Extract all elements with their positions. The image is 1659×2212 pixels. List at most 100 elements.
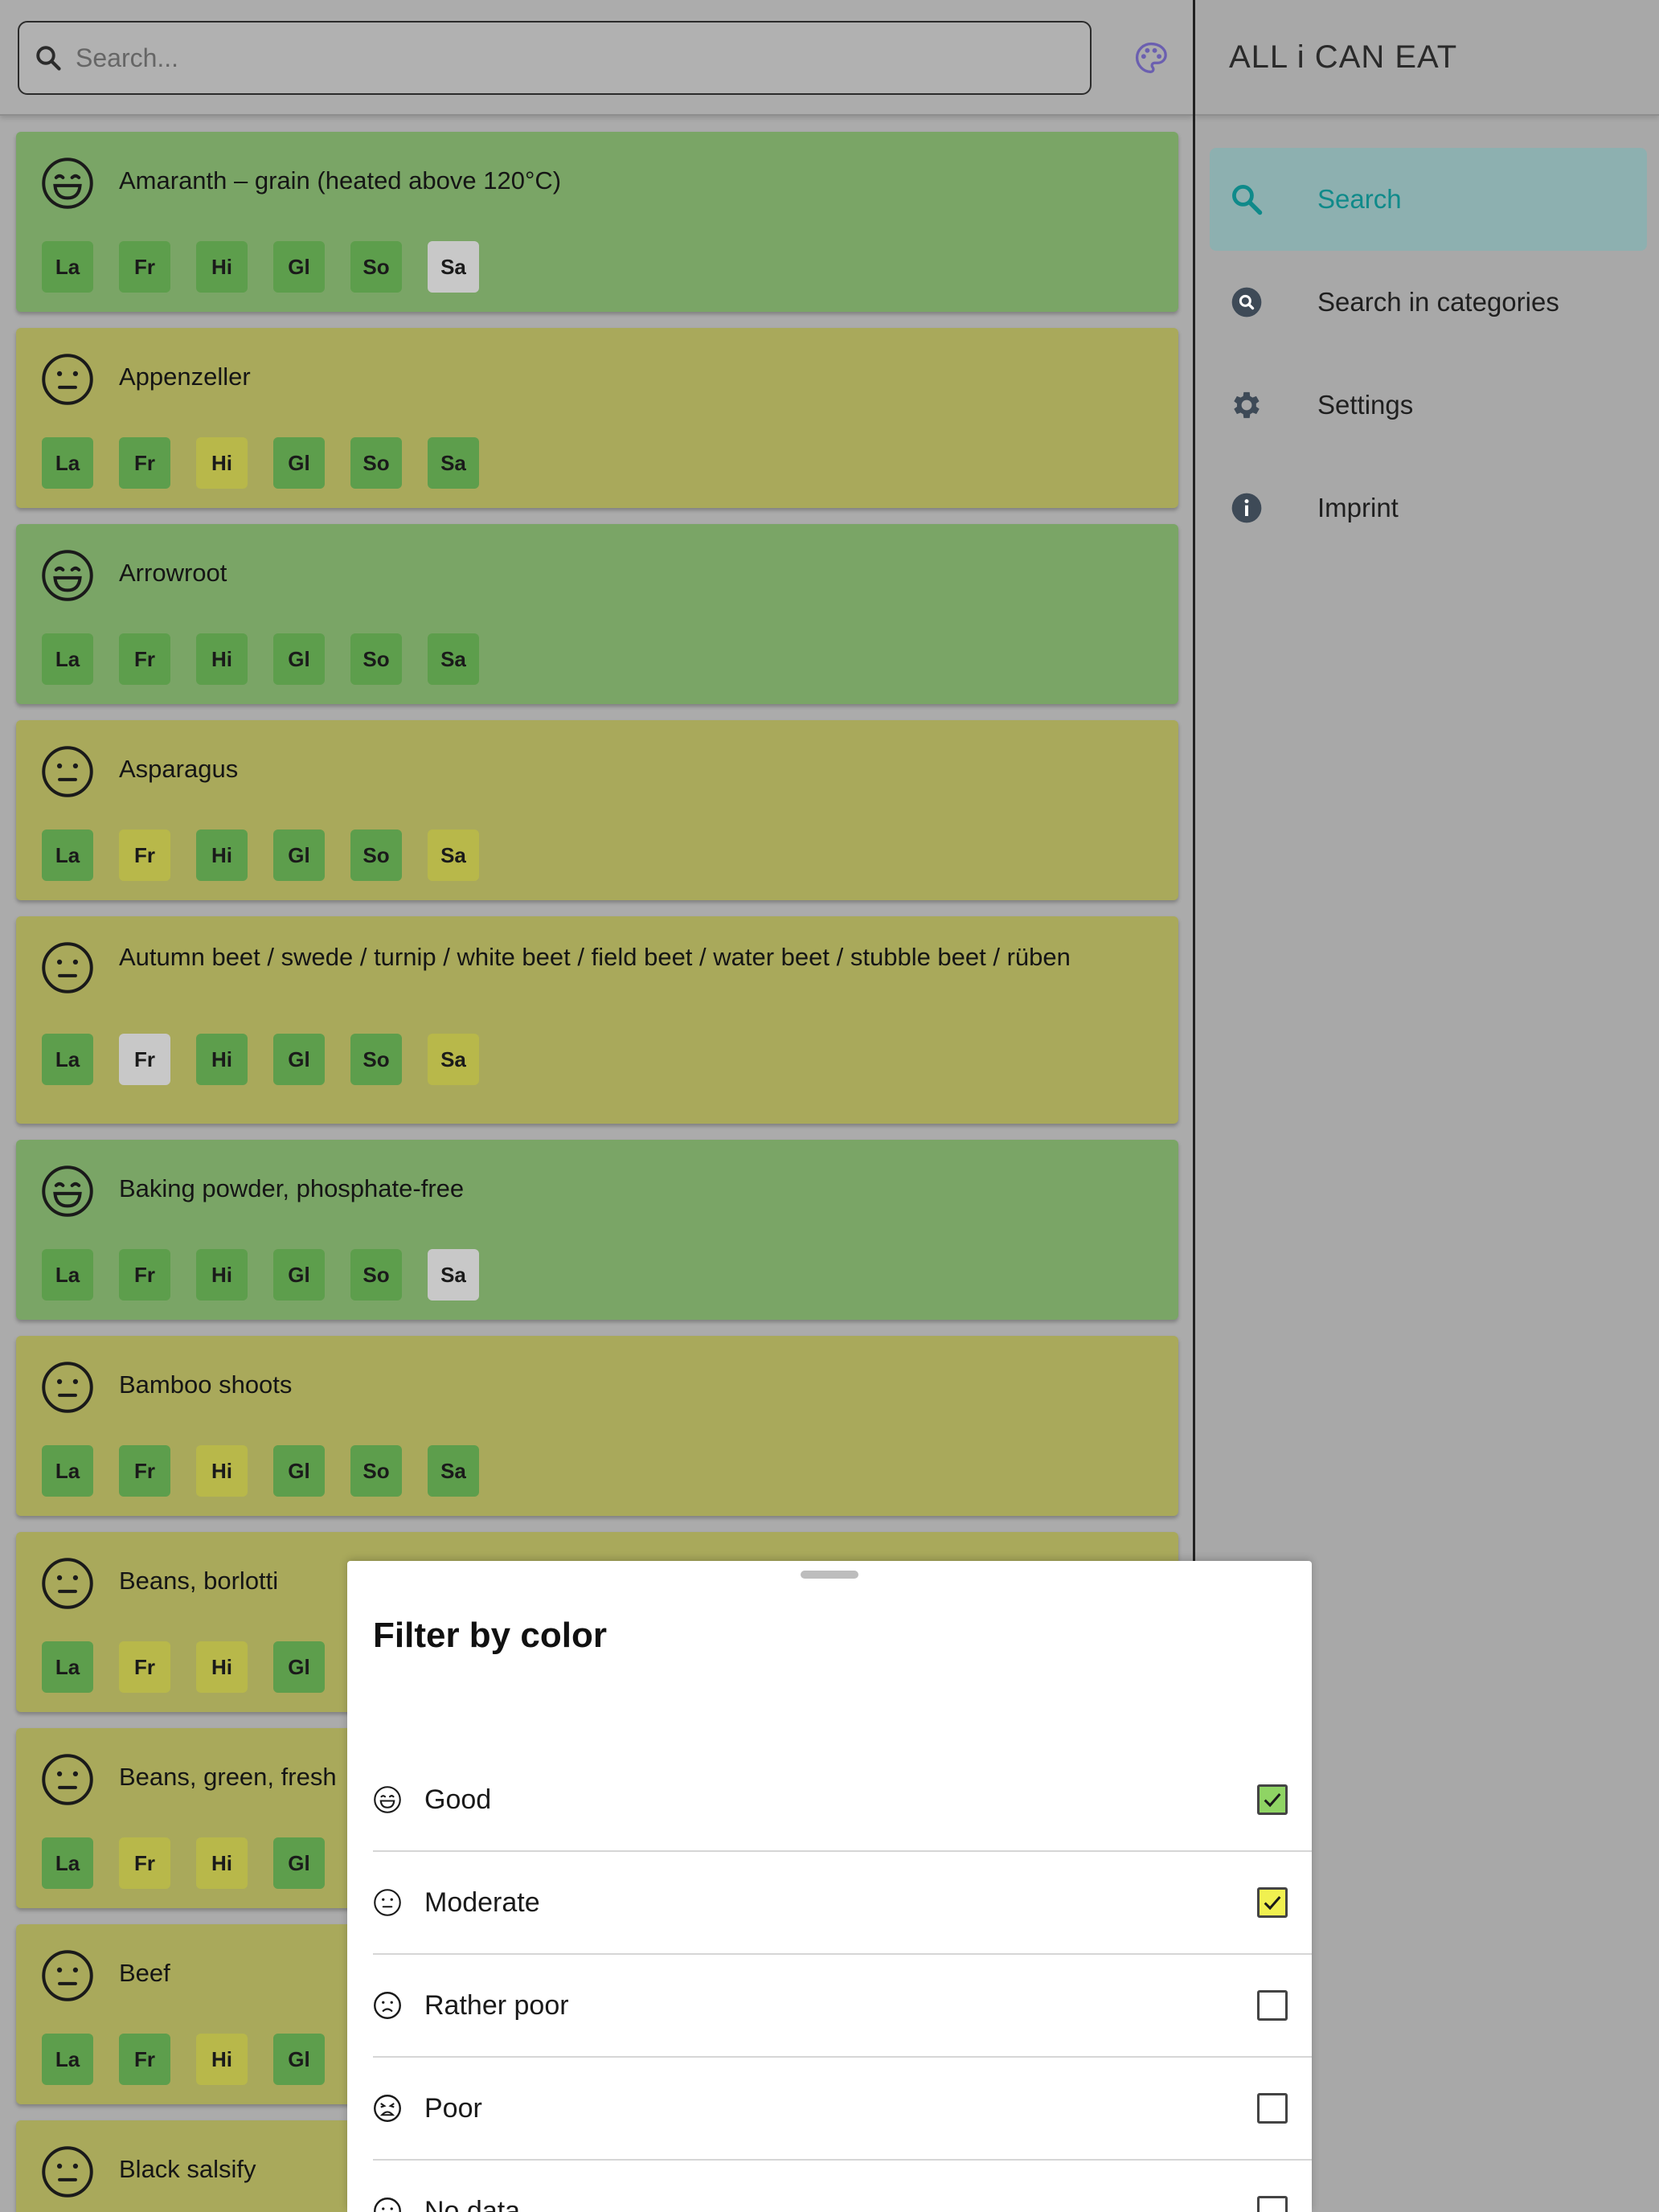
tag-so: So xyxy=(350,1249,402,1301)
intolerance-tags: La Fr Hi Gl So Sa xyxy=(42,1445,479,1497)
tag-so: So xyxy=(350,437,402,489)
tag-fr: Fr xyxy=(119,241,170,293)
tag-sa: Sa xyxy=(428,241,479,293)
color-filter-button[interactable] xyxy=(1130,39,1172,77)
neutral-face-icon xyxy=(40,352,95,407)
tag-so: So xyxy=(350,830,402,881)
sheet-title: Filter by color xyxy=(373,1616,607,1655)
info-icon xyxy=(1229,490,1264,526)
check-icon xyxy=(1264,1896,1281,1911)
search-input[interactable] xyxy=(76,26,1090,90)
food-name: Arrowroot xyxy=(119,559,227,587)
tag-hi: Hi xyxy=(196,1641,248,1693)
intolerance-tags: La Fr Hi Gl xyxy=(42,2034,325,2085)
tag-la: La xyxy=(42,437,93,489)
food-name: Baking powder, phosphate-free xyxy=(119,1174,465,1202)
intolerance-tags: La Fr Hi Gl So Sa xyxy=(42,241,479,293)
food-card[interactable]: Bamboo shoots La Fr Hi Gl So Sa xyxy=(16,1336,1178,1516)
filter-option-label: Rather poor xyxy=(424,1989,569,2021)
nav-menu: Search Search in categories Settings Imp… xyxy=(1210,148,1647,559)
intolerance-tags: La Fr Hi Gl xyxy=(42,1837,325,1889)
tag-hi: Hi xyxy=(196,633,248,685)
category-search-icon xyxy=(1229,285,1264,320)
tag-la: La xyxy=(42,1445,93,1497)
tag-gl: Gl xyxy=(273,1249,325,1301)
tag-hi: Hi xyxy=(196,241,248,293)
nav-item-settings[interactable]: Settings xyxy=(1210,354,1647,457)
tag-la: La xyxy=(42,633,93,685)
drag-handle[interactable] xyxy=(801,1571,858,1579)
filter-option-moderate[interactable]: Moderate xyxy=(373,1852,1312,1955)
neutral-face-icon xyxy=(40,940,95,995)
intolerance-tags: La Fr Hi Gl So Sa xyxy=(42,1249,479,1301)
tag-gl: Gl xyxy=(273,1837,325,1889)
neutral-face-icon xyxy=(40,1360,95,1415)
tag-sa: Sa xyxy=(428,1249,479,1301)
tag-so: So xyxy=(350,1445,402,1497)
neutral-face-icon xyxy=(40,2144,95,2199)
food-card[interactable]: Appenzeller La Fr Hi Gl So Sa xyxy=(16,328,1178,508)
tag-so: So xyxy=(350,633,402,685)
food-name: Autumn beet / swede / turnip / white bee… xyxy=(119,943,1071,971)
tag-so: So xyxy=(350,1034,402,1085)
tag-hi: Hi xyxy=(196,1445,248,1497)
tag-sa: Sa xyxy=(428,1445,479,1497)
food-name: Asparagus xyxy=(119,755,239,783)
tag-la: La xyxy=(42,241,93,293)
tag-so: So xyxy=(350,241,402,293)
food-card[interactable]: Autumn beet / swede / turnip / white bee… xyxy=(16,916,1178,1124)
tag-sa: Sa xyxy=(428,1034,479,1085)
intolerance-tags: La Fr Hi Gl So Sa xyxy=(42,437,479,489)
checkbox[interactable] xyxy=(1257,2196,1288,2212)
filter-option-poor[interactable]: Poor xyxy=(373,2058,1312,2161)
tag-fr: Fr xyxy=(119,1249,170,1301)
tag-sa: Sa xyxy=(428,633,479,685)
filter-option-label: Moderate xyxy=(424,1886,540,1918)
app-title: ALL i CAN EAT xyxy=(1195,0,1659,116)
tag-la: La xyxy=(42,1249,93,1301)
tag-gl: Gl xyxy=(273,437,325,489)
tired-face-icon xyxy=(373,2094,402,2123)
check-icon xyxy=(1264,1793,1281,1808)
nav-item-label: Search xyxy=(1317,184,1402,214)
blank-face-icon xyxy=(373,2197,402,2212)
filter-option-label: Poor xyxy=(424,2092,482,2124)
checkbox[interactable] xyxy=(1257,1887,1288,1918)
search-field[interactable] xyxy=(18,21,1092,95)
search-toolbar xyxy=(0,0,1193,116)
nav-item-search-in-categories[interactable]: Search in categories xyxy=(1210,251,1647,354)
nav-item-label: Search in categories xyxy=(1317,287,1559,317)
laughing-face-icon xyxy=(40,548,95,603)
checkbox[interactable] xyxy=(1257,1990,1288,2021)
filter-option-good[interactable]: Good xyxy=(373,1749,1312,1852)
nav-item-label: Imprint xyxy=(1317,493,1399,522)
tag-gl: Gl xyxy=(273,241,325,293)
food-name: Amaranth – grain (heated above 120°C) xyxy=(119,166,562,195)
food-card[interactable]: Asparagus La Fr Hi Gl So Sa xyxy=(16,720,1178,900)
gear-icon xyxy=(1229,387,1264,423)
tag-sa: Sa xyxy=(428,437,479,489)
search-icon xyxy=(36,46,61,71)
food-card[interactable]: Arrowroot La Fr Hi Gl So Sa xyxy=(16,524,1178,704)
nav-item-imprint[interactable]: Imprint xyxy=(1210,457,1647,559)
filter-option-rather-poor[interactable]: Rather poor xyxy=(373,1955,1312,2058)
nav-item-search[interactable]: Search xyxy=(1210,148,1647,251)
tag-gl: Gl xyxy=(273,1445,325,1497)
neutral-face-icon xyxy=(40,1948,95,2003)
tag-hi: Hi xyxy=(196,1034,248,1085)
tag-fr: Fr xyxy=(119,1034,170,1085)
filter-option-no-data[interactable]: No data xyxy=(373,2161,1312,2212)
tag-gl: Gl xyxy=(273,2034,325,2085)
tag-gl: Gl xyxy=(273,1034,325,1085)
palette-icon xyxy=(1135,42,1167,74)
checkbox[interactable] xyxy=(1257,2093,1288,2124)
neutral-face-icon xyxy=(373,1888,402,1917)
neutral-face-icon xyxy=(40,1556,95,1611)
tag-hi: Hi xyxy=(196,1249,248,1301)
food-card[interactable]: Amaranth – grain (heated above 120°C) La F… xyxy=(16,132,1178,312)
laughing-face-icon xyxy=(40,1164,95,1219)
tag-gl: Gl xyxy=(273,830,325,881)
food-card[interactable]: Baking powder, phosphate-free La Fr Hi Gl So S… xyxy=(16,1140,1178,1320)
checkbox[interactable] xyxy=(1257,1784,1288,1815)
tag-fr: Fr xyxy=(119,2034,170,2085)
